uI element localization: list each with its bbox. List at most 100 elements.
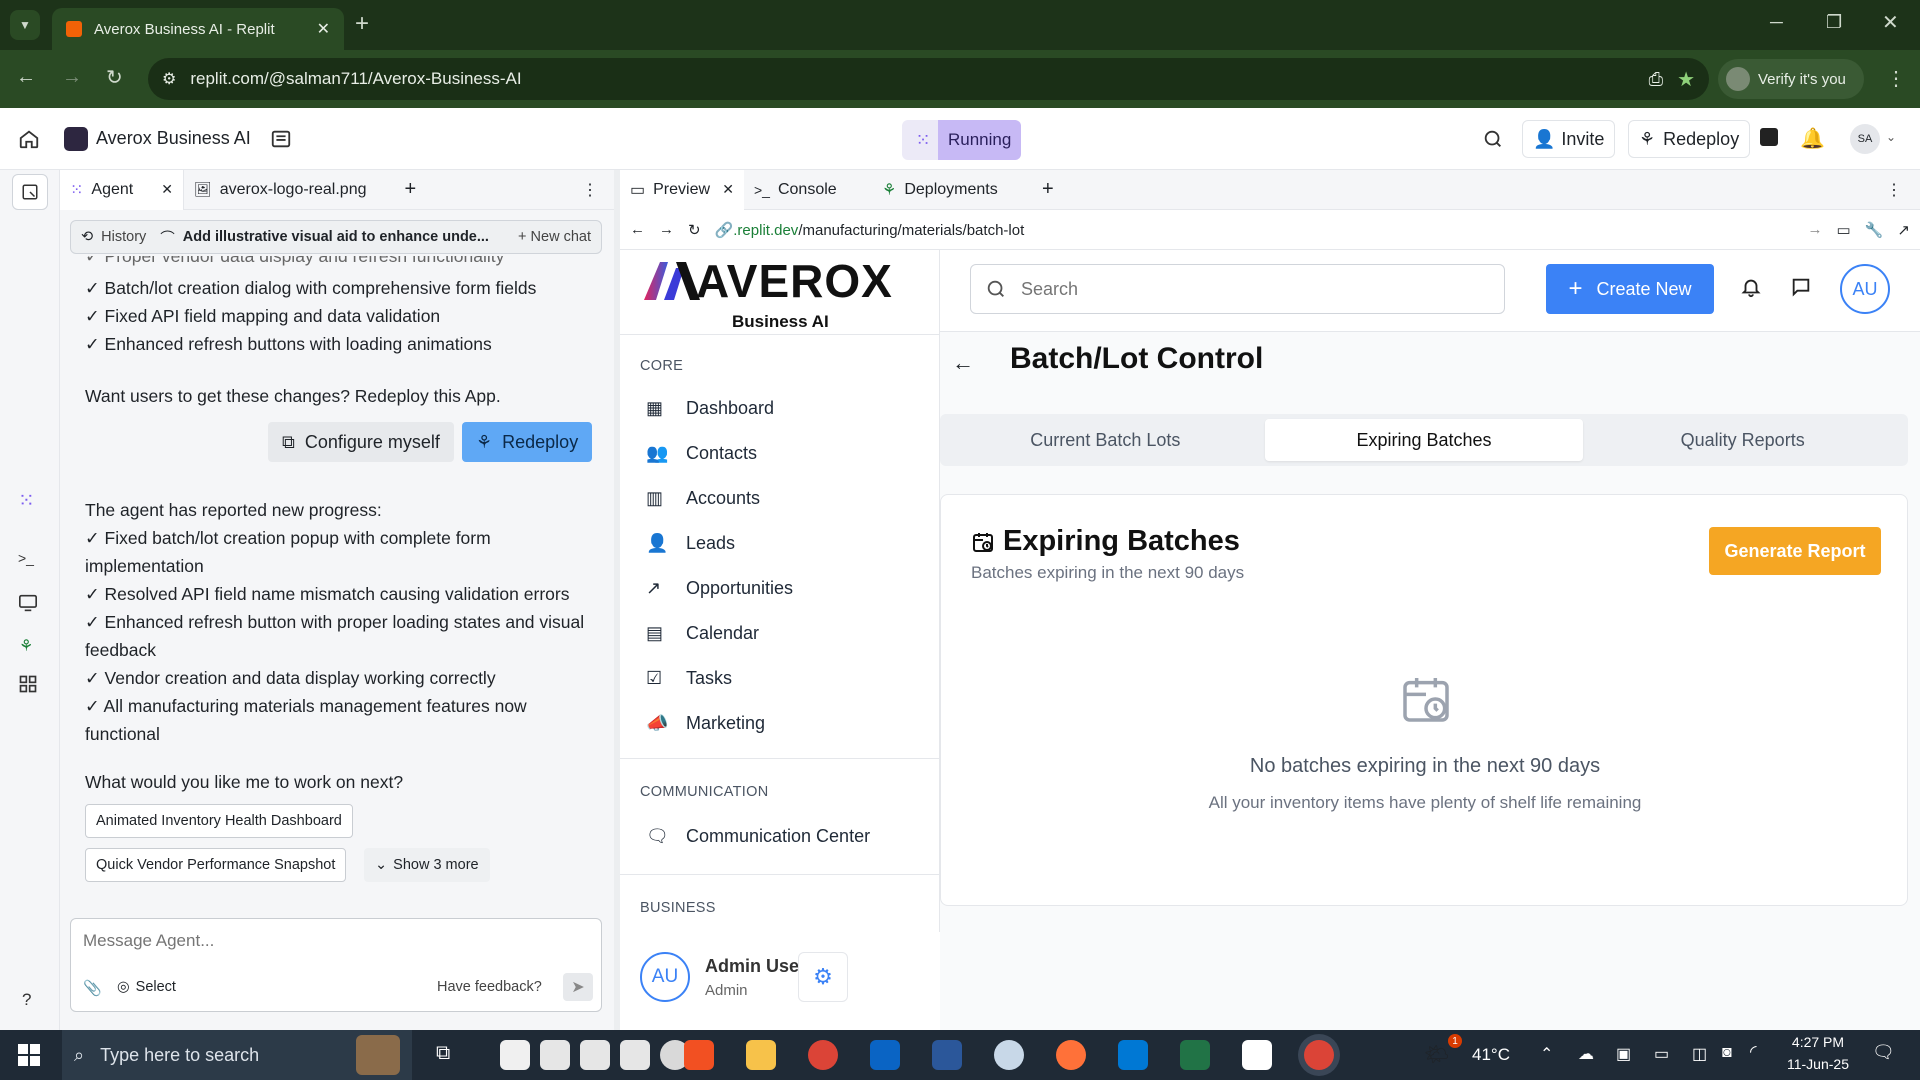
deployments-icon[interactable]: ⚘ bbox=[19, 636, 33, 656]
nav-item-marketing[interactable]: 📣 Marketing bbox=[620, 701, 940, 746]
forward-icon[interactable]: → bbox=[62, 66, 82, 89]
notifications-icon[interactable]: 🗨 bbox=[1872, 1042, 1895, 1063]
select-button[interactable]: ◎ Select bbox=[117, 979, 176, 995]
bookmark-star-icon[interactable]: ★ bbox=[1677, 67, 1695, 92]
agent-menu-icon[interactable]: ⋮ bbox=[572, 170, 608, 210]
tab-logo-file[interactable]: 🖼 averox-logo-real.png bbox=[184, 170, 377, 210]
preview-reload-icon[interactable]: ↻ bbox=[688, 221, 701, 239]
tab-close-icon[interactable]: ✕ bbox=[317, 19, 330, 39]
window-icon[interactable] bbox=[620, 1040, 650, 1070]
preview-icon[interactable] bbox=[18, 594, 38, 612]
tab-preview[interactable]: ▭ Preview ✕ bbox=[620, 169, 744, 210]
nav-item-contacts[interactable]: 👥 Contacts bbox=[620, 431, 940, 476]
wifi-icon[interactable]: ◜ bbox=[1750, 1042, 1757, 1062]
create-new-button[interactable]: + Create New bbox=[1546, 264, 1714, 314]
camera-tray-icon[interactable]: ◙ bbox=[1722, 1044, 1732, 1062]
windows-start-icon[interactable] bbox=[18, 1044, 40, 1066]
firefox-icon[interactable] bbox=[1056, 1040, 1086, 1070]
history-icon[interactable]: ⟲ bbox=[81, 229, 93, 245]
camera-icon[interactable] bbox=[540, 1040, 570, 1070]
site-info-icon[interactable]: ⚙ bbox=[162, 69, 176, 89]
clock-time[interactable]: 4:27 PM bbox=[1788, 1034, 1848, 1050]
home-icon[interactable] bbox=[18, 128, 40, 150]
user-avatar[interactable]: SA bbox=[1850, 124, 1880, 154]
messages-icon[interactable] bbox=[1790, 276, 1812, 298]
verify-profile-button[interactable]: Verify it's you bbox=[1718, 59, 1864, 99]
back-icon[interactable]: ← bbox=[16, 66, 36, 89]
preview-menu-icon[interactable]: ⋮ bbox=[1876, 170, 1912, 210]
project-info-icon[interactable] bbox=[270, 128, 292, 150]
configure-myself-button[interactable]: ⧉ Configure myself bbox=[268, 422, 454, 462]
back-arrow-icon[interactable]: ← bbox=[952, 350, 974, 376]
vscode-icon[interactable] bbox=[1118, 1040, 1148, 1070]
tab-list-icon[interactable]: ▼ bbox=[10, 10, 40, 40]
generate-report-button[interactable]: Generate Report bbox=[1709, 527, 1881, 575]
preview-forward-icon[interactable]: → bbox=[659, 221, 674, 238]
tab-expiring-batches[interactable]: Expiring Batches bbox=[1264, 419, 1584, 461]
add-tab-icon[interactable]: + bbox=[394, 170, 426, 210]
app-user-avatar[interactable]: AU bbox=[1840, 264, 1890, 314]
averox-logo[interactable]: AVEROX bbox=[642, 254, 893, 308]
nav-item-opportunities[interactable]: ↗ Opportunities bbox=[620, 566, 940, 611]
app-search[interactable] bbox=[970, 264, 1505, 314]
app-search-input[interactable] bbox=[1021, 278, 1481, 300]
bell-icon[interactable] bbox=[1740, 276, 1762, 298]
agent-redeploy-button[interactable]: ⚘ Redeploy bbox=[462, 422, 593, 462]
open-new-tab-icon[interactable]: ↗ bbox=[1897, 221, 1910, 239]
video-icon[interactable] bbox=[580, 1040, 610, 1070]
close-window-icon[interactable]: ✕ bbox=[1882, 10, 1899, 35]
tab-deployments[interactable]: ⚘ Deployments bbox=[872, 170, 1032, 210]
task-view-icon[interactable]: ⧉ bbox=[436, 1042, 450, 1065]
nav-item-dashboard[interactable]: ▦ Dashboard bbox=[620, 386, 940, 431]
header-redeploy-button[interactable]: ⚘ Redeploy bbox=[1628, 120, 1751, 158]
devtools-icon[interactable]: 🔧 bbox=[1865, 221, 1884, 239]
tray-chevron-up-icon[interactable]: ⌃ bbox=[1540, 1044, 1553, 1064]
outlook-icon[interactable] bbox=[870, 1040, 900, 1070]
file-explorer-icon[interactable] bbox=[746, 1040, 776, 1070]
preview-url[interactable]: 🔗.replit.dev/manufacturing/materials/bat… bbox=[715, 221, 1794, 239]
tab-quality-reports[interactable]: Quality Reports bbox=[1583, 419, 1902, 461]
agent-icon[interactable]: ⁙ bbox=[18, 488, 35, 513]
install-app-icon[interactable]: ⎙ bbox=[1649, 69, 1663, 90]
suggestion-chip[interactable]: Quick Vendor Performance Snapshot bbox=[85, 848, 347, 882]
project-name[interactable]: Averox Business AI bbox=[96, 128, 251, 149]
tab-agent-close-icon[interactable]: ✕ bbox=[161, 181, 173, 198]
settings-gear-icon[interactable]: ⚙ bbox=[798, 952, 848, 1002]
onedrive-icon[interactable]: ☁ bbox=[1578, 1044, 1594, 1064]
chrome-active-icon[interactable] bbox=[1304, 1040, 1334, 1070]
user-avatar[interactable]: AU bbox=[640, 952, 690, 1002]
suggestion-chip[interactable]: Animated Inventory Health Dashboard bbox=[85, 804, 353, 838]
notification-bell-icon[interactable]: 🔔 bbox=[1800, 126, 1825, 151]
tab-preview-close-icon[interactable]: ✕ bbox=[722, 181, 734, 198]
console-icon[interactable]: >_ bbox=[18, 550, 34, 566]
device-icon[interactable]: ▣ bbox=[1616, 1044, 1631, 1064]
tab-agent[interactable]: ⁙ Agent ✕ bbox=[60, 169, 184, 210]
colorful-app-icon[interactable] bbox=[994, 1040, 1024, 1070]
all-tools-icon[interactable] bbox=[18, 674, 38, 694]
minimize-icon[interactable]: ─ bbox=[1770, 12, 1783, 33]
layout-icon[interactable] bbox=[1760, 128, 1778, 146]
capcut-icon[interactable] bbox=[1242, 1040, 1272, 1070]
address-bar[interactable]: ⚙ replit.com/@salman711/Averox-Business-… bbox=[148, 58, 1709, 100]
search-icon[interactable] bbox=[1482, 128, 1504, 150]
browser-menu-icon[interactable]: ⋮ bbox=[1886, 66, 1906, 91]
battery-icon[interactable]: ▭ bbox=[1654, 1044, 1669, 1064]
invite-button[interactable]: 👤 Invite bbox=[1522, 120, 1616, 158]
clock-date[interactable]: 11-Jun-25 bbox=[1778, 1056, 1858, 1072]
nav-item-leads[interactable]: 👤 Leads bbox=[620, 521, 940, 566]
history-button[interactable]: History bbox=[101, 229, 146, 245]
run-status[interactable]: ⁙ Running bbox=[902, 120, 1022, 160]
device-icon[interactable]: ▭ bbox=[1837, 221, 1851, 239]
nav-item-communication-center[interactable]: 🗨 Communication Center bbox=[620, 814, 940, 859]
help-icon[interactable]: ? bbox=[22, 990, 31, 1010]
preview-back-icon[interactable]: ← bbox=[630, 221, 645, 238]
avatar-chevron-down-icon[interactable]: ⌄ bbox=[1886, 130, 1896, 144]
send-icon[interactable]: ➤ bbox=[563, 973, 593, 1001]
nav-item-calendar[interactable]: ▤ Calendar bbox=[620, 611, 940, 656]
nav-item-accounts[interactable]: ▥ Accounts bbox=[620, 476, 940, 521]
browser-tab[interactable]: Averox Business AI - Replit ✕ bbox=[52, 8, 344, 50]
toggle-panel-icon[interactable] bbox=[12, 174, 48, 210]
snipping-tool-icon[interactable] bbox=[500, 1040, 530, 1070]
url-go-icon[interactable]: → bbox=[1808, 221, 1823, 238]
taskbar-search[interactable]: ⌕ Type here to search bbox=[62, 1030, 412, 1080]
